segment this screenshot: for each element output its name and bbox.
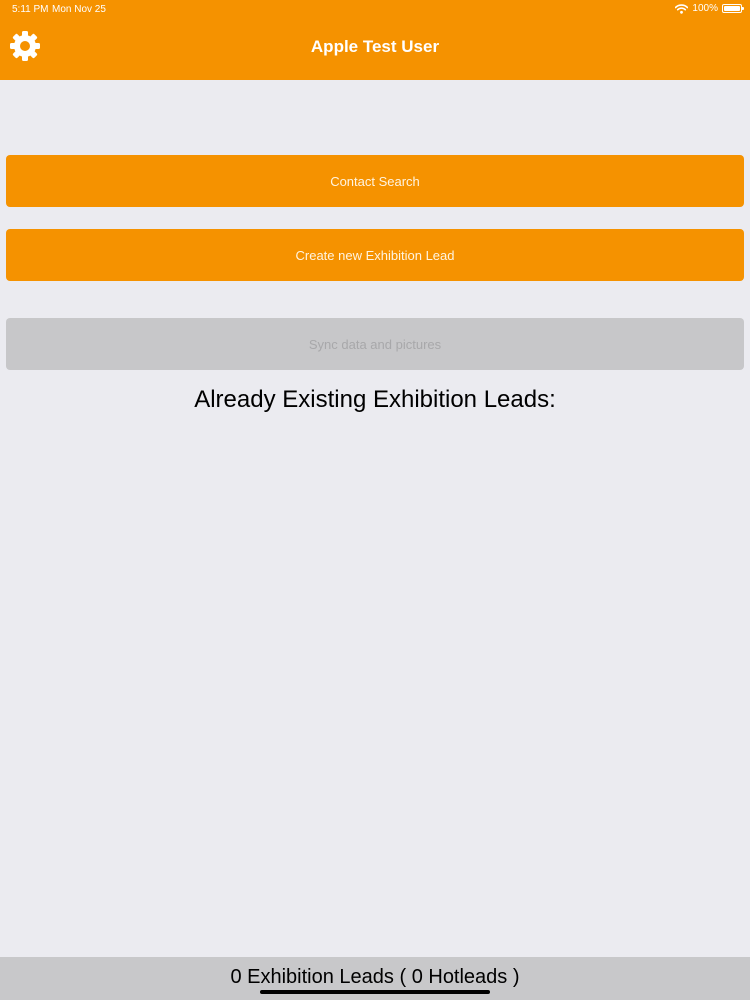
navigation-bar: 5:11 PM Mon Nov 25 100% Apple Test User (0, 0, 750, 80)
home-indicator (260, 990, 490, 994)
wifi-icon (675, 3, 689, 14)
create-exhibition-lead-button[interactable]: Create new Exhibition Lead (6, 229, 744, 281)
existing-leads-heading: Already Existing Exhibition Leads: (194, 386, 556, 413)
status-time: 5:11 PM (12, 4, 49, 15)
battery-percent: 100% (692, 3, 718, 14)
sync-data-button[interactable]: Sync data and pictures (6, 318, 744, 370)
leads-summary: 0 Exhibition Leads ( 0 Hotleads ) (230, 966, 520, 988)
contact-search-button[interactable]: Contact Search (6, 155, 744, 207)
status-indicators: 100% (675, 3, 744, 14)
leads-list[interactable] (0, 430, 750, 955)
page-title: Apple Test User (310, 37, 440, 56)
battery-level (724, 6, 740, 11)
status-date: Mon Nov 25 (52, 4, 106, 15)
battery-icon (722, 4, 744, 13)
